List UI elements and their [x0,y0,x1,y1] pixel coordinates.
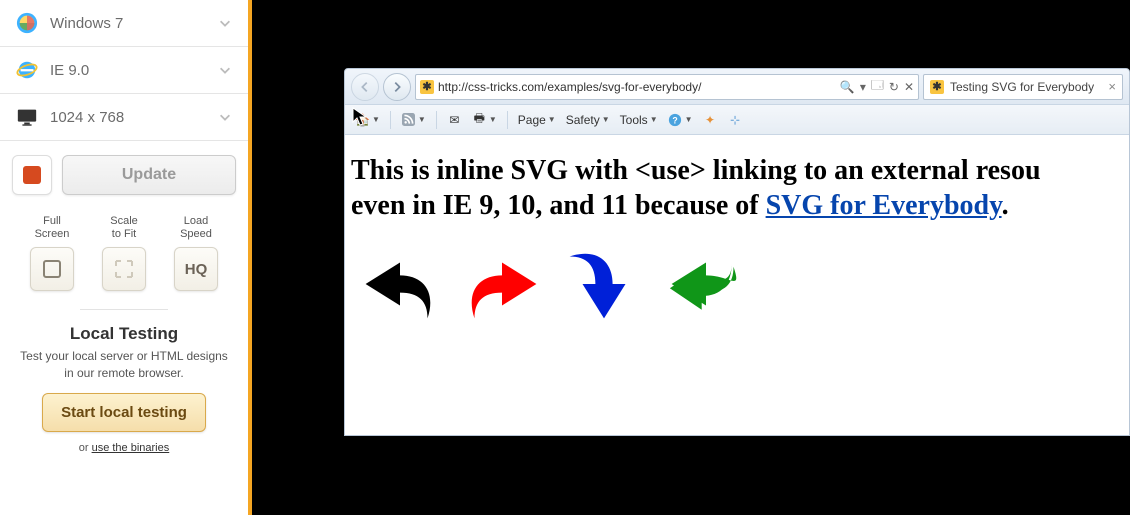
svg-for-everybody-link[interactable]: SVG for Everybody [766,190,1002,221]
stop-icon [23,166,41,184]
ext2-button[interactable]: ⊹ [728,112,743,127]
arrow-down-icon [561,241,647,327]
chevron-down-icon [218,63,232,77]
divider [80,309,168,310]
address-bar[interactable]: ✱ 🔍 ▾ 🗔 ↻ ✕ [415,74,919,100]
search-icon[interactable]: 🔍 [840,80,855,94]
stop-session-button[interactable] [12,155,52,195]
ie-nav-bar: ✱ 🔍 ▾ 🗔 ↻ ✕ ✱ Testing SVG for Everybody … [345,69,1129,105]
start-local-testing-button[interactable]: Start local testing [42,393,206,432]
page-content: This is inline SVG with <use> linking to… [345,135,1129,435]
windows-icon [16,12,38,34]
safety-menu[interactable]: Safety▼ [566,113,610,127]
arrow-left-icon [663,241,749,327]
svg-text:?: ? [672,115,677,125]
os-selector[interactable]: Windows 7 [0,0,248,47]
arrow-redo-icon [459,241,545,327]
tab-favicon-icon: ✱ [930,80,944,94]
fullscreen-icon [30,247,74,291]
config-sidebar: Windows 7 IE 9.0 1024 x 768 Update Full … [0,0,252,515]
close-tab-icon[interactable]: × [1108,79,1116,94]
browser-tab[interactable]: ✱ Testing SVG for Everybody × [923,74,1123,100]
forward-button[interactable] [383,73,411,101]
scale-icon [102,247,146,291]
scale-label: Scale to Fit [110,215,138,241]
ie-icon [16,59,38,81]
ie-window: ✱ 🔍 ▾ 🗔 ↻ ✕ ✱ Testing SVG for Everybody … [344,68,1130,436]
favicon-icon: ✱ [420,80,434,94]
new-window-icon[interactable]: 🗔 [871,76,884,97]
stop-icon[interactable]: ✕ [904,80,914,94]
feeds-menu[interactable]: ▼ [401,112,426,127]
update-button[interactable]: Update [62,155,236,195]
arrow-undo-icon [357,241,443,327]
ext1-button[interactable]: ✦ [703,112,718,127]
speed-label: Load Speed [180,215,212,241]
rss-icon [401,112,416,127]
chevron-down-icon [218,16,232,30]
resolution-selector[interactable]: 1024 x 768 [0,94,248,141]
remote-viewport[interactable]: ✱ 🔍 ▾ 🗔 ↻ ✕ ✱ Testing SVG for Everybody … [256,0,1130,515]
arrow-row [351,241,1117,327]
back-button[interactable] [351,73,379,101]
print-menu[interactable]: 🖶▼ [472,112,497,127]
url-input[interactable] [438,80,836,94]
scale-tool[interactable]: Scale to Fit [102,215,146,291]
page-menu[interactable]: Page▼ [518,113,556,127]
speed-tool[interactable]: Load Speed HQ [174,215,218,291]
hq-label: HQ [185,261,208,278]
ie-command-bar: 🏠▼ ▼ ✉ 🖶▼ Page▼ Safety▼ Tools▼ ?▼ ✦ ⊹ [345,105,1129,135]
home-menu[interactable]: 🏠▼ [355,112,380,127]
tab-title: Testing SVG for Everybody [950,80,1094,94]
page-heading: This is inline SVG with <use> linking to… [351,153,1117,223]
fullscreen-label: Full Screen [35,215,70,241]
home-icon: 🏠 [355,112,370,127]
local-testing-title: Local Testing [16,324,232,344]
help-menu[interactable]: ?▼ [668,112,693,127]
binaries-line: or use the binaries [16,442,232,454]
browser-label: IE 9.0 [50,62,218,79]
star-icon: ✦ [703,112,718,127]
chevron-down-icon [218,110,232,124]
os-label: Windows 7 [50,15,218,32]
monitor-icon [16,106,38,128]
mail-button[interactable]: ✉ [447,112,462,127]
dropdown-icon[interactable]: ▾ [860,80,866,94]
resolution-label: 1024 x 768 [50,109,218,126]
local-testing-subtitle: Test your local server or HTML designs i… [16,348,232,380]
use-binaries-link[interactable]: use the binaries [92,442,170,454]
print-icon: 🖶 [472,112,487,127]
refresh-icon[interactable]: ↻ [889,80,899,94]
browser-selector[interactable]: IE 9.0 [0,47,248,94]
fullscreen-tool[interactable]: Full Screen [30,215,74,291]
mail-icon: ✉ [447,112,462,127]
help-icon: ? [668,112,683,127]
tools-menu[interactable]: Tools▼ [620,113,658,127]
select-icon: ⊹ [728,112,743,127]
